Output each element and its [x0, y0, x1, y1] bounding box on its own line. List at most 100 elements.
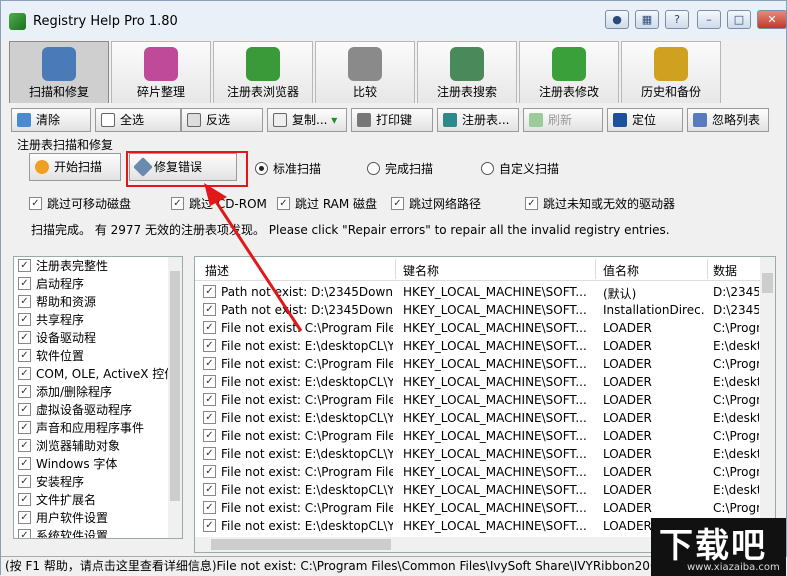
table-row[interactable]: ✓ File not exist: C:\Program Files... HKEY… — [195, 427, 760, 445]
skip-network-checkbox[interactable]: ✓ 跳过网络路径 — [391, 196, 481, 212]
category-item[interactable]: ✓ 软件位置 — [18, 347, 182, 365]
horizontal-scrollbar[interactable] — [13, 539, 183, 553]
row-checkbox[interactable]: ✓ — [203, 519, 216, 532]
category-item[interactable]: ✓ 系统软件设置 — [18, 527, 182, 538]
app-logo-icon — [9, 13, 26, 30]
category-item[interactable]: ✓ 声音和应用程序事件 — [18, 419, 182, 437]
category-item[interactable]: ✓ 共享程序 — [18, 311, 182, 329]
watermark-text: 下载吧 — [659, 526, 767, 566]
table-row[interactable]: ✓ File not exist: E:\desktopCL\Y... HKEY_L… — [195, 409, 760, 427]
column-header-value[interactable]: 值名称 — [603, 262, 639, 279]
column-header-data[interactable]: 数据 — [713, 262, 737, 279]
radio-standard-scan[interactable]: 标准扫描 — [255, 161, 321, 177]
wrench-icon — [133, 157, 153, 177]
category-item[interactable]: ✓ 用户软件设置 — [18, 509, 182, 527]
vertical-scrollbar[interactable] — [760, 257, 775, 537]
scrollbar-thumb[interactable] — [211, 539, 391, 550]
category-label: 用户软件设置 — [36, 511, 109, 525]
copy-button[interactable]: 复制... ▾ — [267, 108, 347, 132]
skip-ram-checkbox[interactable]: ✓ 跳过 RAM 磁盘 — [277, 196, 377, 212]
tab-4[interactable]: 注册表搜索 — [417, 41, 517, 103]
row-checkbox[interactable]: ✓ — [203, 411, 216, 424]
tab-5[interactable]: 注册表修改 — [519, 41, 619, 103]
row-checkbox[interactable]: ✓ — [203, 357, 216, 370]
table-row[interactable]: ✓ Path not exist: D:\2345Downl... HKEY_LOC… — [195, 283, 760, 301]
clear-button[interactable]: 清除 — [11, 108, 91, 132]
print-button[interactable]: 打印键 — [351, 108, 433, 132]
refresh-button[interactable]: 刷新 — [523, 108, 603, 132]
category-item[interactable]: ✓ 安装程序 — [18, 473, 182, 491]
table-row[interactable]: ✓ File not exist: C:\Program Files... HKEY… — [195, 319, 760, 337]
table-row[interactable]: ✓ File not exist: C:\Program Files... HKEY… — [195, 355, 760, 373]
scrollbar-thumb[interactable] — [170, 271, 180, 501]
row-checkbox[interactable]: ✓ — [203, 447, 216, 460]
radio-full-scan[interactable]: 完成扫描 — [367, 161, 433, 177]
table-row[interactable]: ✓ Path not exist: D:\2345Downl... HKEY_LOC… — [195, 301, 760, 319]
scrollbar-thumb[interactable] — [762, 273, 773, 293]
invert-button[interactable]: 反选 — [181, 108, 263, 132]
arrow-right-icon — [613, 113, 627, 127]
radio-custom-scan[interactable]: 自定义扫描 — [481, 161, 559, 177]
tab-0[interactable]: 扫描和修复 — [9, 41, 109, 103]
start-scan-button[interactable]: 开始扫描 — [29, 153, 121, 181]
tab-3[interactable]: 比较 — [315, 41, 415, 103]
category-item[interactable]: ✓ 文件扩展名 — [18, 491, 182, 509]
category-item[interactable]: ✓ 启动程序 — [18, 275, 182, 293]
tab-6[interactable]: 历史和备份 — [621, 41, 721, 103]
category-item[interactable]: ✓ 浏览器辅助对象 — [18, 437, 182, 455]
locate-button[interactable]: 定位 — [607, 108, 683, 132]
column-header-description[interactable]: 描述 — [205, 262, 229, 279]
vertical-scrollbar[interactable] — [168, 257, 182, 538]
category-item[interactable]: ✓ 设备驱动程 — [18, 329, 182, 347]
row-checkbox[interactable]: ✓ — [203, 339, 216, 352]
row-checkbox[interactable]: ✓ — [203, 375, 216, 388]
skip-removable-checkbox[interactable]: ✓ 跳过可移动磁盘 — [29, 196, 131, 212]
magnifier-icon — [450, 47, 484, 81]
row-checkbox[interactable]: ✓ — [203, 303, 216, 316]
print-label: 打印键 — [376, 113, 413, 127]
help-icon[interactable]: ? — [665, 10, 689, 29]
row-checkbox[interactable]: ✓ — [203, 429, 216, 442]
row-checkbox[interactable]: ✓ — [203, 465, 216, 478]
checkbox-box: ✓ — [171, 197, 184, 210]
row-checkbox[interactable]: ✓ — [203, 501, 216, 514]
row-checkbox[interactable]: ✓ — [203, 393, 216, 406]
maximize-icon[interactable]: □ — [727, 10, 751, 29]
table-cell: File not exist: E:\desktopCL\Y... — [221, 483, 393, 497]
table-row[interactable]: ✓ File not exist: E:\desktopCL\Y... HKEY_L… — [195, 337, 760, 355]
tab-label: 注册表修改 — [538, 85, 599, 99]
tab-2[interactable]: 注册表浏览器 — [213, 41, 313, 103]
ignore-list-button[interactable]: 忽略列表 — [687, 108, 769, 132]
globe-icon[interactable]: ● — [605, 10, 629, 29]
minimize-icon[interactable]: – — [697, 10, 721, 29]
skip-cdrom-checkbox[interactable]: ✓ 跳过 CD-ROM — [171, 196, 267, 212]
category-item[interactable]: ✓ COM, OLE, ActiveX 控件 — [18, 365, 182, 383]
row-checkbox[interactable]: ✓ — [203, 285, 216, 298]
category-item[interactable]: ✓ 添加/删除程序 — [18, 383, 182, 401]
category-item[interactable]: ✓ 虚拟设备驱动程序 — [18, 401, 182, 419]
table-row[interactable]: ✓ File not exist: C:\Program Files... HKEY… — [195, 499, 760, 517]
column-header-key[interactable]: 键名称 — [403, 262, 439, 279]
category-item[interactable]: ✓ 帮助和资源 — [18, 293, 182, 311]
category-list: ✓ 注册表完整性 ✓ 启动程序 ✓ 帮助和资源 ✓ 共享程序 ✓ 设备驱动程 ✓ 软件位置 ✓ COM, … — [13, 256, 183, 539]
select-all-button[interactable]: 全选 — [95, 108, 181, 132]
category-item[interactable]: ✓ Windows 字体 — [18, 455, 182, 473]
repair-errors-button[interactable]: 修复错误 — [129, 153, 237, 181]
tab-1[interactable]: 碎片整理 — [111, 41, 211, 103]
skip-unknown-checkbox[interactable]: ✓ 跳过未知或无效的驱动器 — [525, 196, 675, 212]
table-row[interactable]: ✓ File not exist: E:\desktopCL\Y... HKEY_L… — [195, 445, 760, 463]
table-row[interactable]: ✓ File not exist: E:\desktopCL\Y... HKEY_L… — [195, 481, 760, 499]
table-row[interactable]: ✓ File not exist: C:\Program Files... HKEY… — [195, 463, 760, 481]
tab-label: 历史和备份 — [640, 85, 701, 99]
skin-icon[interactable]: ▦ — [635, 10, 659, 29]
table-row[interactable]: ✓ File not exist: C:\Program Files... HKEY… — [195, 391, 760, 409]
category-item[interactable]: ✓ 注册表完整性 — [18, 257, 182, 275]
table-row[interactable]: ✓ File not exist: E:\desktopCL\Y... HKEY_L… — [195, 373, 760, 391]
table-cell: LOADER — [603, 393, 652, 407]
close-icon[interactable]: ✕ — [757, 10, 787, 29]
cube-edit-icon — [552, 47, 586, 81]
row-checkbox[interactable]: ✓ — [203, 321, 216, 334]
registry-button[interactable]: 注册表... — [437, 108, 519, 132]
dropdown-arrow-icon[interactable]: ▾ — [331, 113, 337, 127]
row-checkbox[interactable]: ✓ — [203, 483, 216, 496]
